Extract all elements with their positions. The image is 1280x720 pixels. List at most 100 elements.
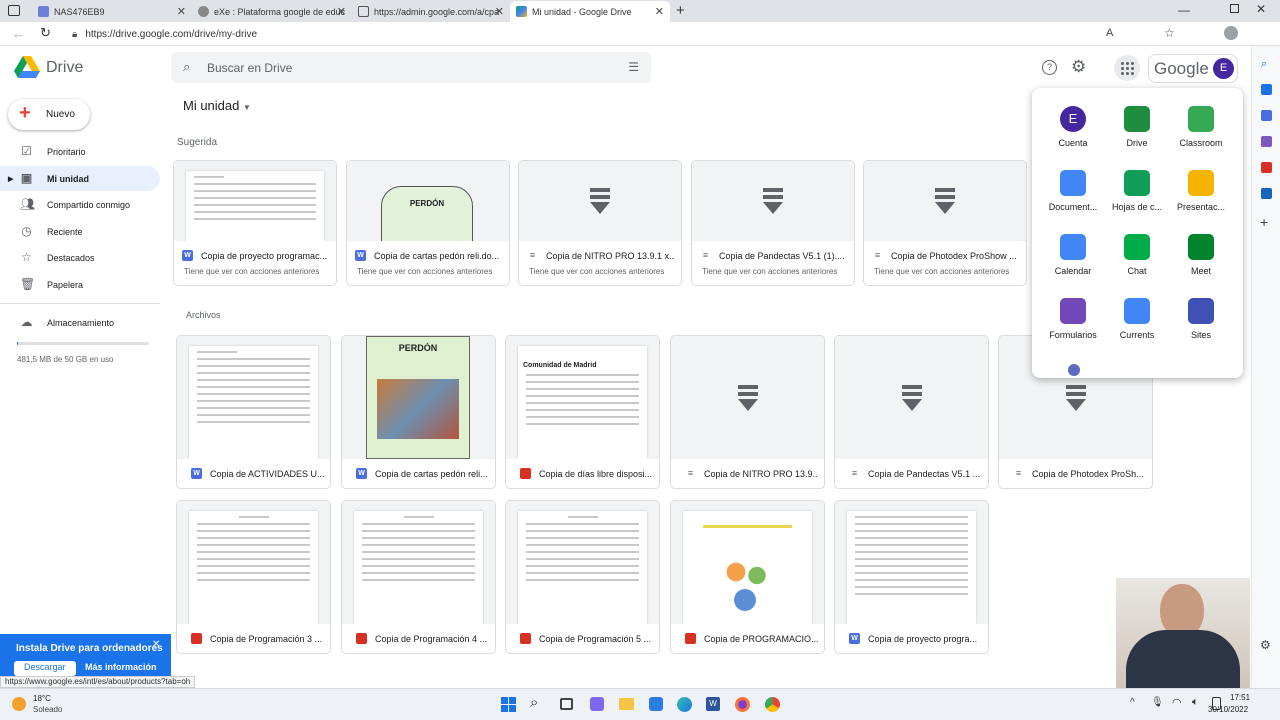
- games-icon[interactable]: [1261, 136, 1272, 147]
- profile-icon[interactable]: [1224, 26, 1238, 40]
- file-card[interactable]: Copia de Programación 4 ...: [341, 500, 496, 654]
- file-card[interactable]: ≡ Copia de Pandectas V5.1 ...: [834, 335, 989, 489]
- read-aloud-icon[interactable]: A: [1106, 27, 1113, 39]
- sidebar-settings-icon[interactable]: ⚙: [1260, 638, 1271, 652]
- drive-logo-icon[interactable]: [14, 56, 40, 78]
- search-options-icon[interactable]: ☰: [628, 60, 639, 74]
- close-tab-icon[interactable]: ✕: [495, 5, 504, 18]
- sidebar-item-storage[interactable]: ☁ Almacenamiento: [0, 310, 160, 335]
- app-presentac[interactable]: Presentac...: [1169, 170, 1233, 212]
- more-apps-icon[interactable]: [1068, 364, 1080, 376]
- new-button-label: Nuevo: [46, 109, 75, 120]
- office-icon[interactable]: [1261, 162, 1272, 173]
- close-tab-icon[interactable]: ✕: [337, 5, 346, 18]
- tray-chevron-icon[interactable]: ^: [1130, 697, 1135, 708]
- avatar[interactable]: E: [1213, 58, 1234, 79]
- store-icon[interactable]: [649, 697, 663, 711]
- app-cuenta[interactable]: E Cuenta: [1041, 106, 1105, 148]
- expand-arrow-icon[interactable]: ▶: [8, 175, 13, 183]
- new-tab-icon[interactable]: +: [676, 2, 685, 19]
- outlook-icon[interactable]: [1261, 188, 1272, 199]
- app-currents[interactable]: Currents: [1105, 298, 1169, 340]
- close-banner-icon[interactable]: ✕: [152, 639, 160, 650]
- tab-drive[interactable]: Mi unidad - Google Drive ✕: [510, 1, 670, 22]
- apps-grid-icon[interactable]: [1114, 55, 1140, 81]
- app-meet[interactable]: Meet: [1169, 234, 1233, 276]
- search-sidebar-icon[interactable]: ⌕: [1261, 58, 1267, 71]
- back-icon[interactable]: ←: [12, 26, 25, 41]
- shopping-icon[interactable]: [1261, 84, 1272, 95]
- weather-sun-icon[interactable]: [12, 697, 26, 711]
- help-icon[interactable]: ?: [1042, 60, 1057, 75]
- edge-icon[interactable]: [677, 697, 692, 712]
- clock-time[interactable]: 17:51: [1230, 693, 1250, 702]
- app-sites[interactable]: Sites: [1169, 298, 1233, 340]
- word-app-icon[interactable]: W: [706, 697, 720, 711]
- sidebar-item-shared[interactable]: 👥︎ Compartido conmigo: [0, 192, 160, 217]
- new-button[interactable]: + Nuevo: [8, 99, 90, 130]
- task-view-icon[interactable]: [560, 698, 573, 710]
- weather-text: Soleado: [33, 705, 63, 714]
- close-tab-icon[interactable]: ✕: [177, 5, 186, 18]
- sidebar-item-my-drive[interactable]: ▶ ▣ Mi unidad: [0, 166, 160, 191]
- suggested-card[interactable]: W Copia de proyecto programac... Tiene qu…: [173, 160, 337, 286]
- minimize-icon[interactable]: —: [1178, 3, 1190, 17]
- suggested-card[interactable]: PERDÓN W Copia de cartas pedón reli.do...…: [346, 160, 510, 286]
- tab-nas[interactable]: NAS476EB9 ✕: [32, 1, 192, 22]
- search-input[interactable]: ⌕ Buscar en Drive ☰: [171, 52, 651, 83]
- file-card[interactable]: W Copia de proyecto progra...: [834, 500, 989, 654]
- tools-icon[interactable]: [1261, 110, 1272, 121]
- app-calendar[interactable]: Calendar: [1041, 234, 1105, 276]
- teams-chat-icon[interactable]: [590, 697, 604, 711]
- firefox-icon[interactable]: [735, 697, 750, 712]
- clock-date[interactable]: 30/10/2022: [1208, 705, 1248, 714]
- file-card[interactable]: Copia de Programación 5 ...: [505, 500, 660, 654]
- add-sidebar-icon[interactable]: +: [1260, 214, 1268, 230]
- settings-gear-icon[interactable]: ⚙: [1071, 57, 1086, 77]
- download-button[interactable]: Descargar: [14, 661, 76, 676]
- tab-exe[interactable]: eXe : Plataforma google de educ ✕: [192, 1, 352, 22]
- suggested-card[interactable]: ≡ Copia de NITRO PRO 13.9.1 x... Tiene qu…: [518, 160, 682, 286]
- url-field[interactable]: 🔒︎ https://drive.google.com/drive/my-dri…: [72, 25, 1072, 43]
- file-card[interactable]: Copia de Programación 3 ...: [176, 500, 331, 654]
- app-formularios[interactable]: Formularios: [1041, 298, 1105, 340]
- file-card[interactable]: W Copia de ACTIVIDADES U...: [176, 335, 331, 489]
- file-card[interactable]: Comunidad de Madrid Copia de días libre …: [505, 335, 660, 489]
- tab-admin[interactable]: https://admin.google.com/a/cpa ✕: [352, 1, 510, 22]
- file-card[interactable]: PERDÓN W Copia de cartas pedón reli...: [341, 335, 496, 489]
- microphone-icon[interactable]: 🎙︎: [1151, 697, 1164, 708]
- favorites-star-icon[interactable]: ☆: [1164, 26, 1175, 40]
- search-icon[interactable]: ⌕: [183, 59, 190, 75]
- sidebar-item-starred[interactable]: ☆ Destacados: [0, 245, 160, 270]
- chrome-icon[interactable]: [765, 697, 780, 712]
- file-card[interactable]: ≡ Copia de NITRO PRO 13.9...: [670, 335, 825, 489]
- more-info-link[interactable]: Más información: [85, 662, 157, 672]
- page-title[interactable]: Mi unidad ▼: [183, 98, 251, 113]
- sidebar-item-recent[interactable]: ◷ Reciente: [0, 219, 160, 244]
- app-label: Meet: [1190, 266, 1211, 276]
- sidebar-item-trash[interactable]: 🗑︎ Papelera: [0, 272, 160, 297]
- close-window-icon[interactable]: ✕: [1256, 2, 1266, 16]
- taskbar-search-icon[interactable]: ⌕: [530, 694, 538, 711]
- storage-text: 481,5 MB de 50 GB en uso: [17, 355, 114, 364]
- file-name: Copia de Pandectas V5.1 ...: [868, 468, 981, 479]
- windows-start-icon[interactable]: [501, 697, 516, 712]
- drive-brand-text[interactable]: Drive: [46, 59, 83, 77]
- wifi-icon[interactable]: ◠: [1172, 696, 1182, 709]
- suggested-card[interactable]: ≡ Copia de Pandectas V5.1 (1).... Tiene q…: [691, 160, 855, 286]
- suggested-card[interactable]: ≡ Copia de Photodex ProShow ... Tiene que…: [863, 160, 1027, 286]
- account-chip[interactable]: Google E: [1148, 54, 1238, 83]
- file-card[interactable]: Copia de PROGRAMACIO...: [670, 500, 825, 654]
- volume-icon[interactable]: 🔈︎: [1192, 696, 1199, 709]
- app-hojas-de-c[interactable]: Hojas de c...: [1105, 170, 1169, 212]
- sidebar-item-priority[interactable]: ☑ Prioritario: [0, 139, 160, 164]
- app-drive[interactable]: Drive: [1105, 106, 1169, 148]
- app-chat[interactable]: Chat: [1105, 234, 1169, 276]
- maximize-icon[interactable]: [1230, 4, 1239, 13]
- tab-actions-icon[interactable]: [8, 5, 20, 16]
- app-classroom[interactable]: Classroom: [1169, 106, 1233, 148]
- app-document[interactable]: Document...: [1041, 170, 1105, 212]
- close-tab-icon[interactable]: ✕: [655, 5, 664, 18]
- reload-icon[interactable]: ↻: [40, 25, 51, 41]
- file-explorer-icon[interactable]: [619, 698, 634, 710]
